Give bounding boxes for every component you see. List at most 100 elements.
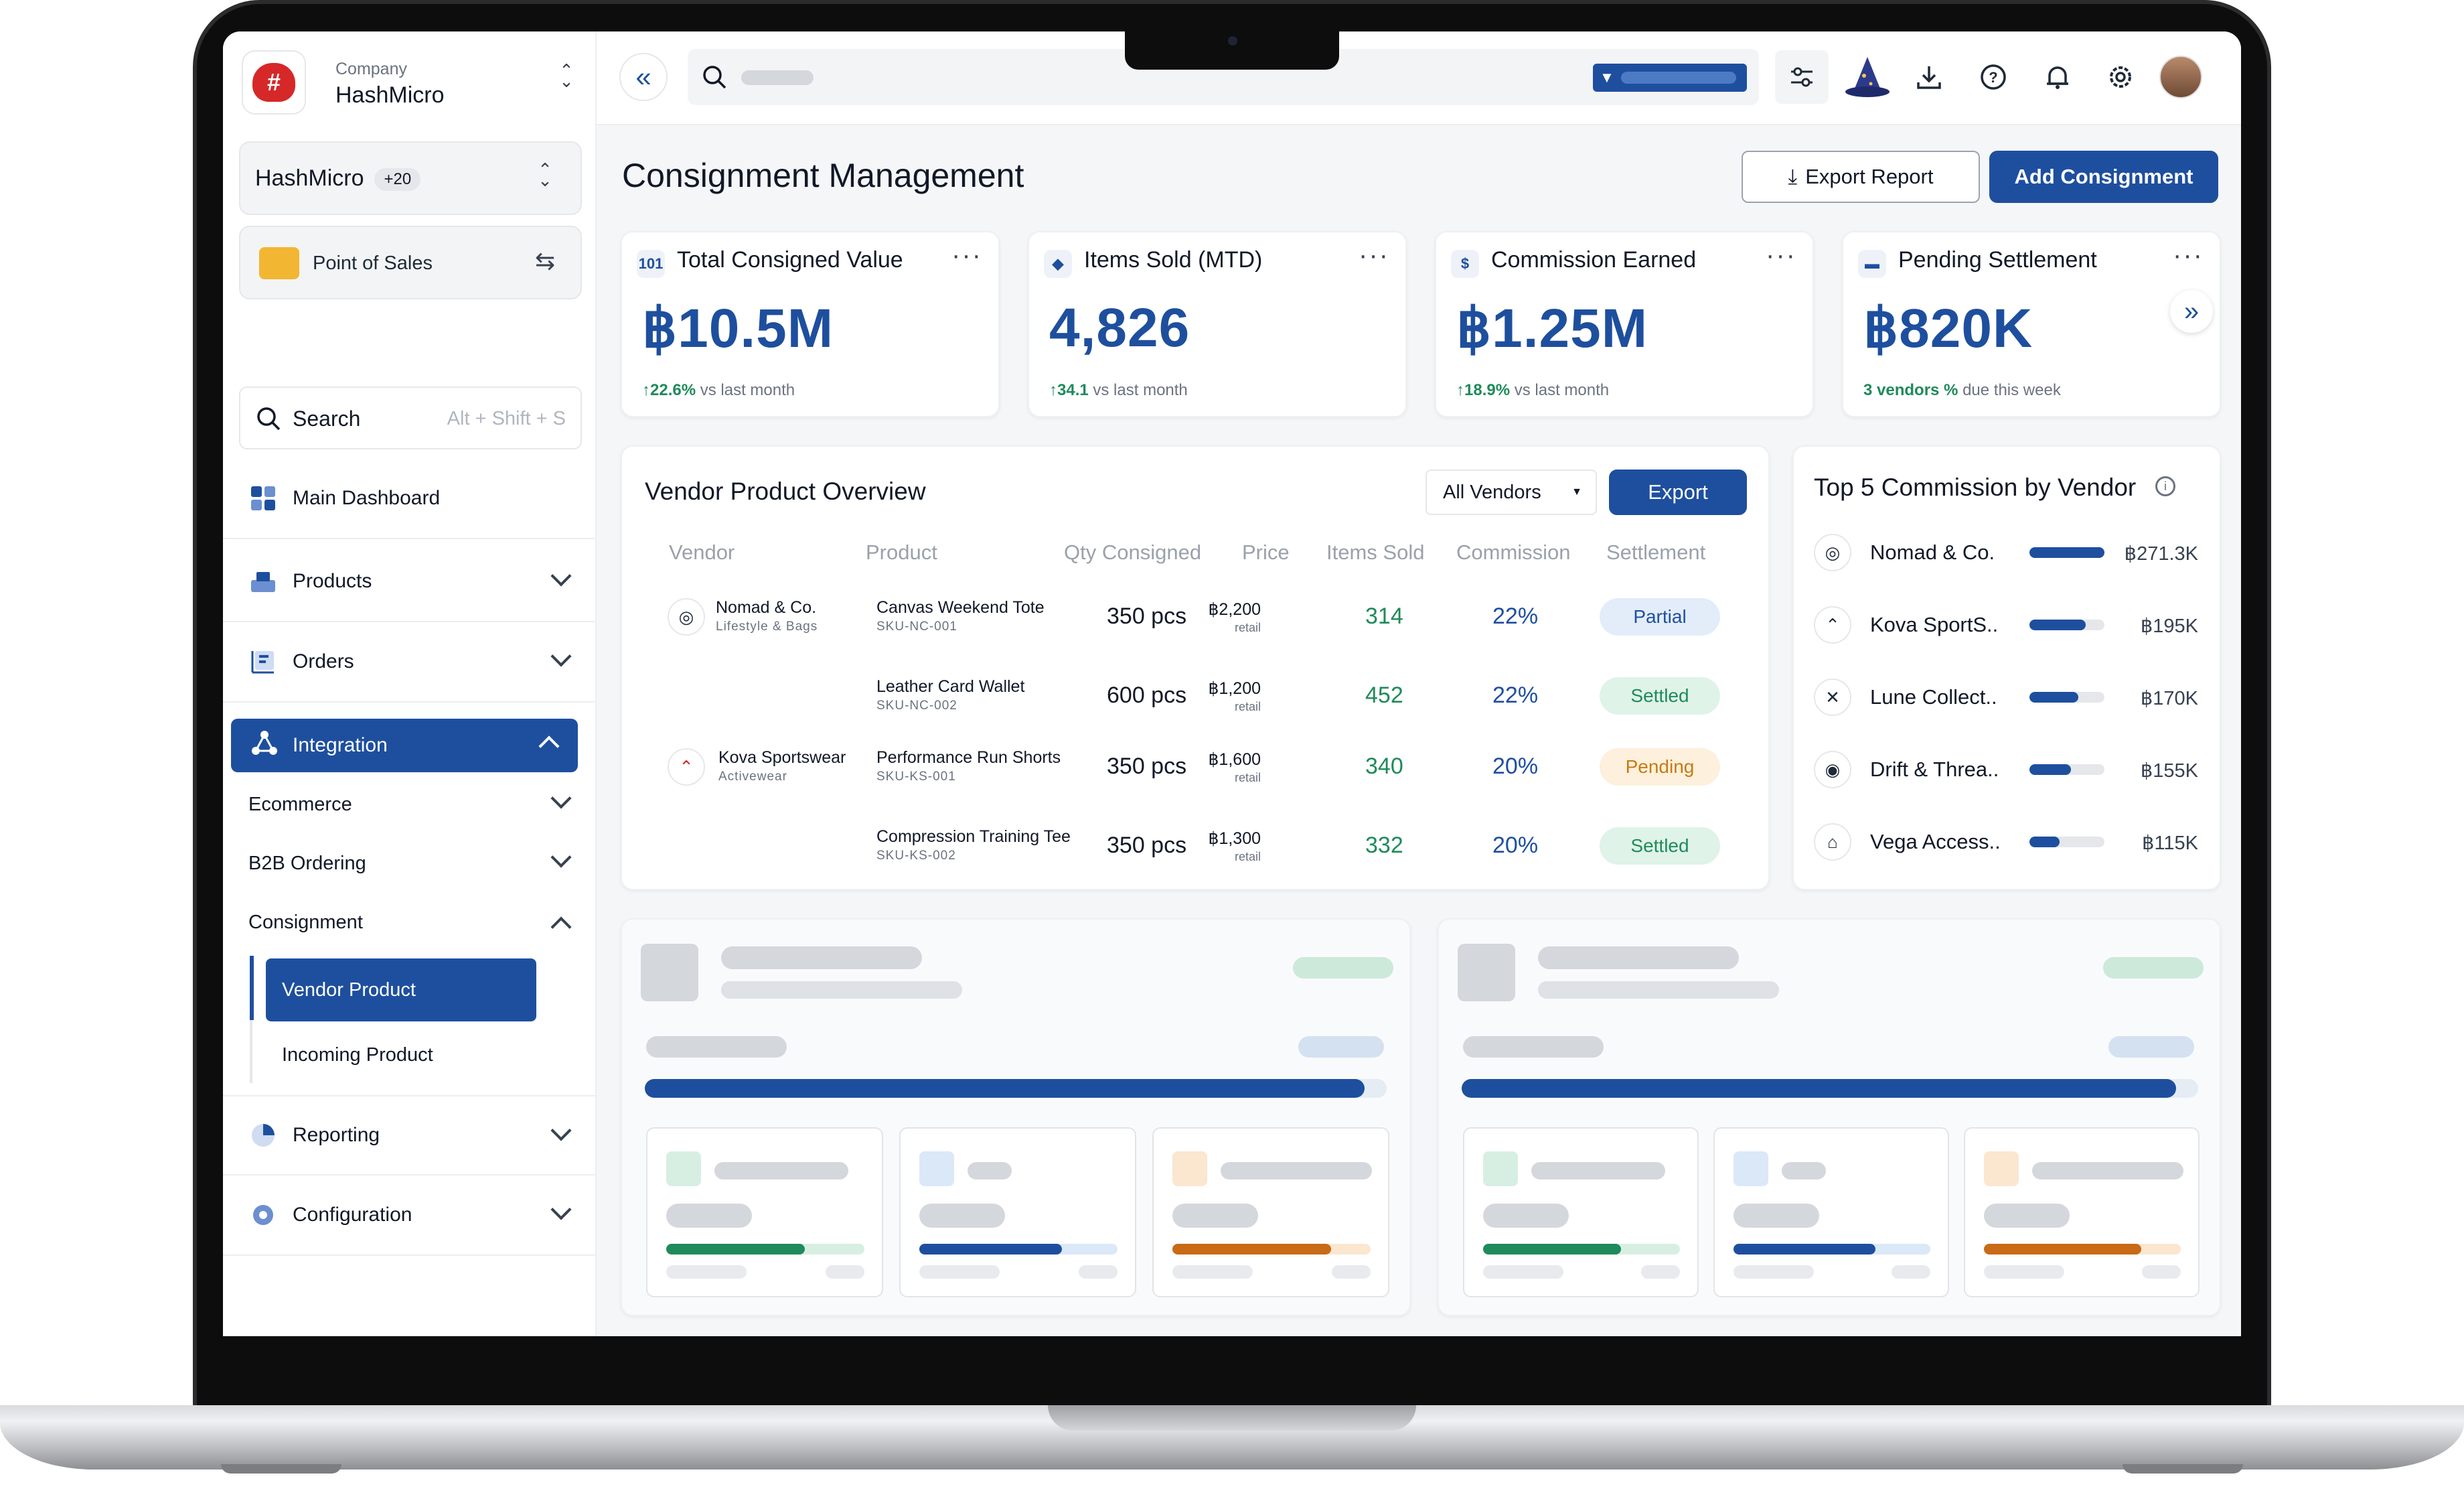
price: ฿1,300 — [1208, 829, 1261, 848]
mini-skeleton-card — [1152, 1127, 1389, 1297]
price-note: retail — [1234, 700, 1261, 713]
kpi-value: ฿10.5M — [642, 298, 834, 359]
kpi-title: Pending Settlement — [1898, 247, 2097, 273]
column-header: Qty Consigned — [1064, 541, 1202, 564]
company-label: Company — [335, 60, 407, 78]
chevron-down-icon — [550, 788, 572, 809]
items-sold: 314 — [1365, 603, 1403, 629]
next-arrow-button[interactable]: » — [2170, 290, 2213, 333]
nav-label: Main Dashboard — [293, 487, 441, 509]
vendor-name: Kova SportS.. — [1870, 613, 1999, 636]
nav-vendor-product[interactable]: Vendor Product — [266, 958, 536, 1021]
items-sold: 452 — [1365, 683, 1403, 708]
kpi-card: $ Commission Earned ··· ฿1.25M ↑18.9% vs… — [1435, 231, 1814, 417]
more-options-icon[interactable]: ··· — [951, 240, 982, 271]
price-note: retail — [1234, 771, 1261, 784]
price-note: retail — [1234, 621, 1261, 634]
kpi-value: 4,826 — [1049, 297, 1190, 358]
nav-b2b-ordering[interactable]: B2B Ordering — [248, 853, 366, 875]
laptop-groove — [1048, 1405, 1416, 1431]
chevron-down-icon — [550, 847, 572, 868]
chevron-up-icon — [538, 735, 560, 757]
commission-bar — [2029, 837, 2104, 847]
commission-bar-fill — [2029, 692, 2078, 703]
more-options-icon[interactable]: ··· — [1359, 240, 1389, 271]
nav-label: Incoming Product — [282, 1044, 433, 1066]
laptop-foot — [221, 1464, 341, 1474]
user-avatar[interactable] — [2159, 56, 2202, 98]
search-placeholder — [741, 70, 814, 85]
qty-consigned: 350 pcs — [1107, 603, 1187, 629]
nav-products[interactable]: Products — [223, 542, 595, 622]
chevron-up-icon — [550, 916, 572, 938]
help-button[interactable]: ? — [1967, 50, 2020, 104]
products-icon — [250, 568, 277, 595]
page-title: Consignment Management — [622, 157, 1024, 194]
nav-incoming-product[interactable]: Incoming Product — [282, 1044, 433, 1066]
product-name: Performance Run Shorts — [876, 748, 1061, 767]
commission-bar-fill — [2029, 837, 2060, 847]
vendor-name: Vega Access.. — [1870, 830, 2001, 853]
card-title: Top 5 Commission by Vendor — [1814, 474, 2137, 501]
nav-label: Configuration — [293, 1204, 412, 1226]
vendor-category: Lifestyle & Bags — [716, 620, 818, 634]
notifications-button[interactable] — [2031, 50, 2084, 104]
chevron-down-icon — [550, 1120, 572, 1141]
nav-main-dashboard[interactable]: Main Dashboard — [223, 459, 595, 539]
workspace-name: HashMicro — [255, 165, 364, 191]
sidebar-search[interactable]: Search Alt + Shift + S — [239, 386, 582, 449]
svg-text:?: ? — [1989, 69, 1997, 86]
commission-bar-fill — [2029, 764, 2071, 775]
laptop-frame: # Company HashMicro ⌃ ⌄ HashMicro +20 ⌃ ⌄ P… — [0, 0, 2464, 1505]
price-note: retail — [1234, 850, 1261, 863]
nav-ecommerce[interactable]: Ecommerce — [248, 794, 352, 816]
filter-placeholder — [1621, 72, 1736, 84]
product-name: Canvas Weekend Tote — [876, 598, 1045, 617]
loading-card — [1438, 918, 2221, 1316]
nav-label: Products — [293, 570, 372, 592]
filter-icon: ▼ — [1600, 69, 1614, 86]
company-switcher[interactable]: # Company HashMicro ⌃ ⌄ — [242, 50, 576, 117]
module-switcher[interactable]: Point of Sales ⇆ — [239, 226, 582, 299]
tree-line-active — [250, 956, 254, 1020]
app-screen: # Company HashMicro ⌃ ⌄ HashMicro +20 ⌃ ⌄ P… — [223, 31, 2241, 1336]
nav-configuration[interactable]: Configuration — [223, 1175, 595, 1256]
commission-bar — [2029, 692, 2104, 703]
kpi-card: 101 Total Consigned Value ··· ฿10.5M ↑22… — [621, 231, 1000, 417]
export-report-button[interactable]: ⤓ Export Report — [1742, 151, 1980, 203]
column-header: Price — [1242, 541, 1290, 564]
main-content: Consignment Management ⤓ Export Report Ad… — [597, 125, 2241, 1336]
button-label: Export Report — [1805, 165, 1934, 188]
commission-bar-fill — [2029, 620, 2086, 630]
add-consignment-button[interactable]: Add Consignment — [1989, 151, 2218, 203]
filter-chip[interactable]: ▼ — [1593, 64, 1747, 92]
info-icon[interactable]: i — [2155, 476, 2175, 496]
vendor-name: Nomad & Co. — [1870, 541, 1995, 564]
integration-icon — [251, 729, 278, 762]
more-options-icon[interactable]: ··· — [2173, 240, 2204, 271]
mini-skeleton-card — [1964, 1127, 2200, 1297]
nav-reporting[interactable]: Reporting — [223, 1095, 595, 1175]
settings-sliders-button[interactable] — [1775, 50, 1829, 104]
nav-label: Reporting — [293, 1124, 380, 1146]
nav-integration[interactable]: Integration — [231, 719, 578, 772]
chart-icon: 101 — [637, 250, 665, 278]
download-icon: ⤓ — [1788, 164, 1798, 188]
collapse-sidebar-button[interactable]: « — [619, 53, 668, 101]
column-header: Product — [866, 541, 937, 564]
caret-down-icon: ▼ — [1571, 486, 1582, 498]
nav-orders[interactable]: Orders — [223, 622, 595, 703]
workspace-switcher[interactable]: HashMicro +20 ⌃ ⌄ — [239, 141, 582, 215]
download-button[interactable] — [1902, 50, 1956, 104]
card-icon: ▬ — [1858, 250, 1886, 278]
nomad-logo-icon: ◎ — [668, 598, 705, 636]
settings-button[interactable] — [2094, 50, 2147, 104]
kpi-change: 3 vendors % due this week — [1863, 381, 2061, 399]
vendor-filter-select[interactable]: All Vendors ▼ — [1426, 470, 1597, 515]
price: ฿1,600 — [1208, 750, 1261, 769]
more-options-icon[interactable]: ··· — [1766, 240, 1796, 271]
wizard-hat-button[interactable] — [1841, 50, 1894, 104]
export-button[interactable]: Export — [1609, 470, 1747, 515]
product-sku: SKU-NC-001 — [876, 620, 957, 634]
nav-consignment[interactable]: Consignment — [248, 912, 363, 934]
